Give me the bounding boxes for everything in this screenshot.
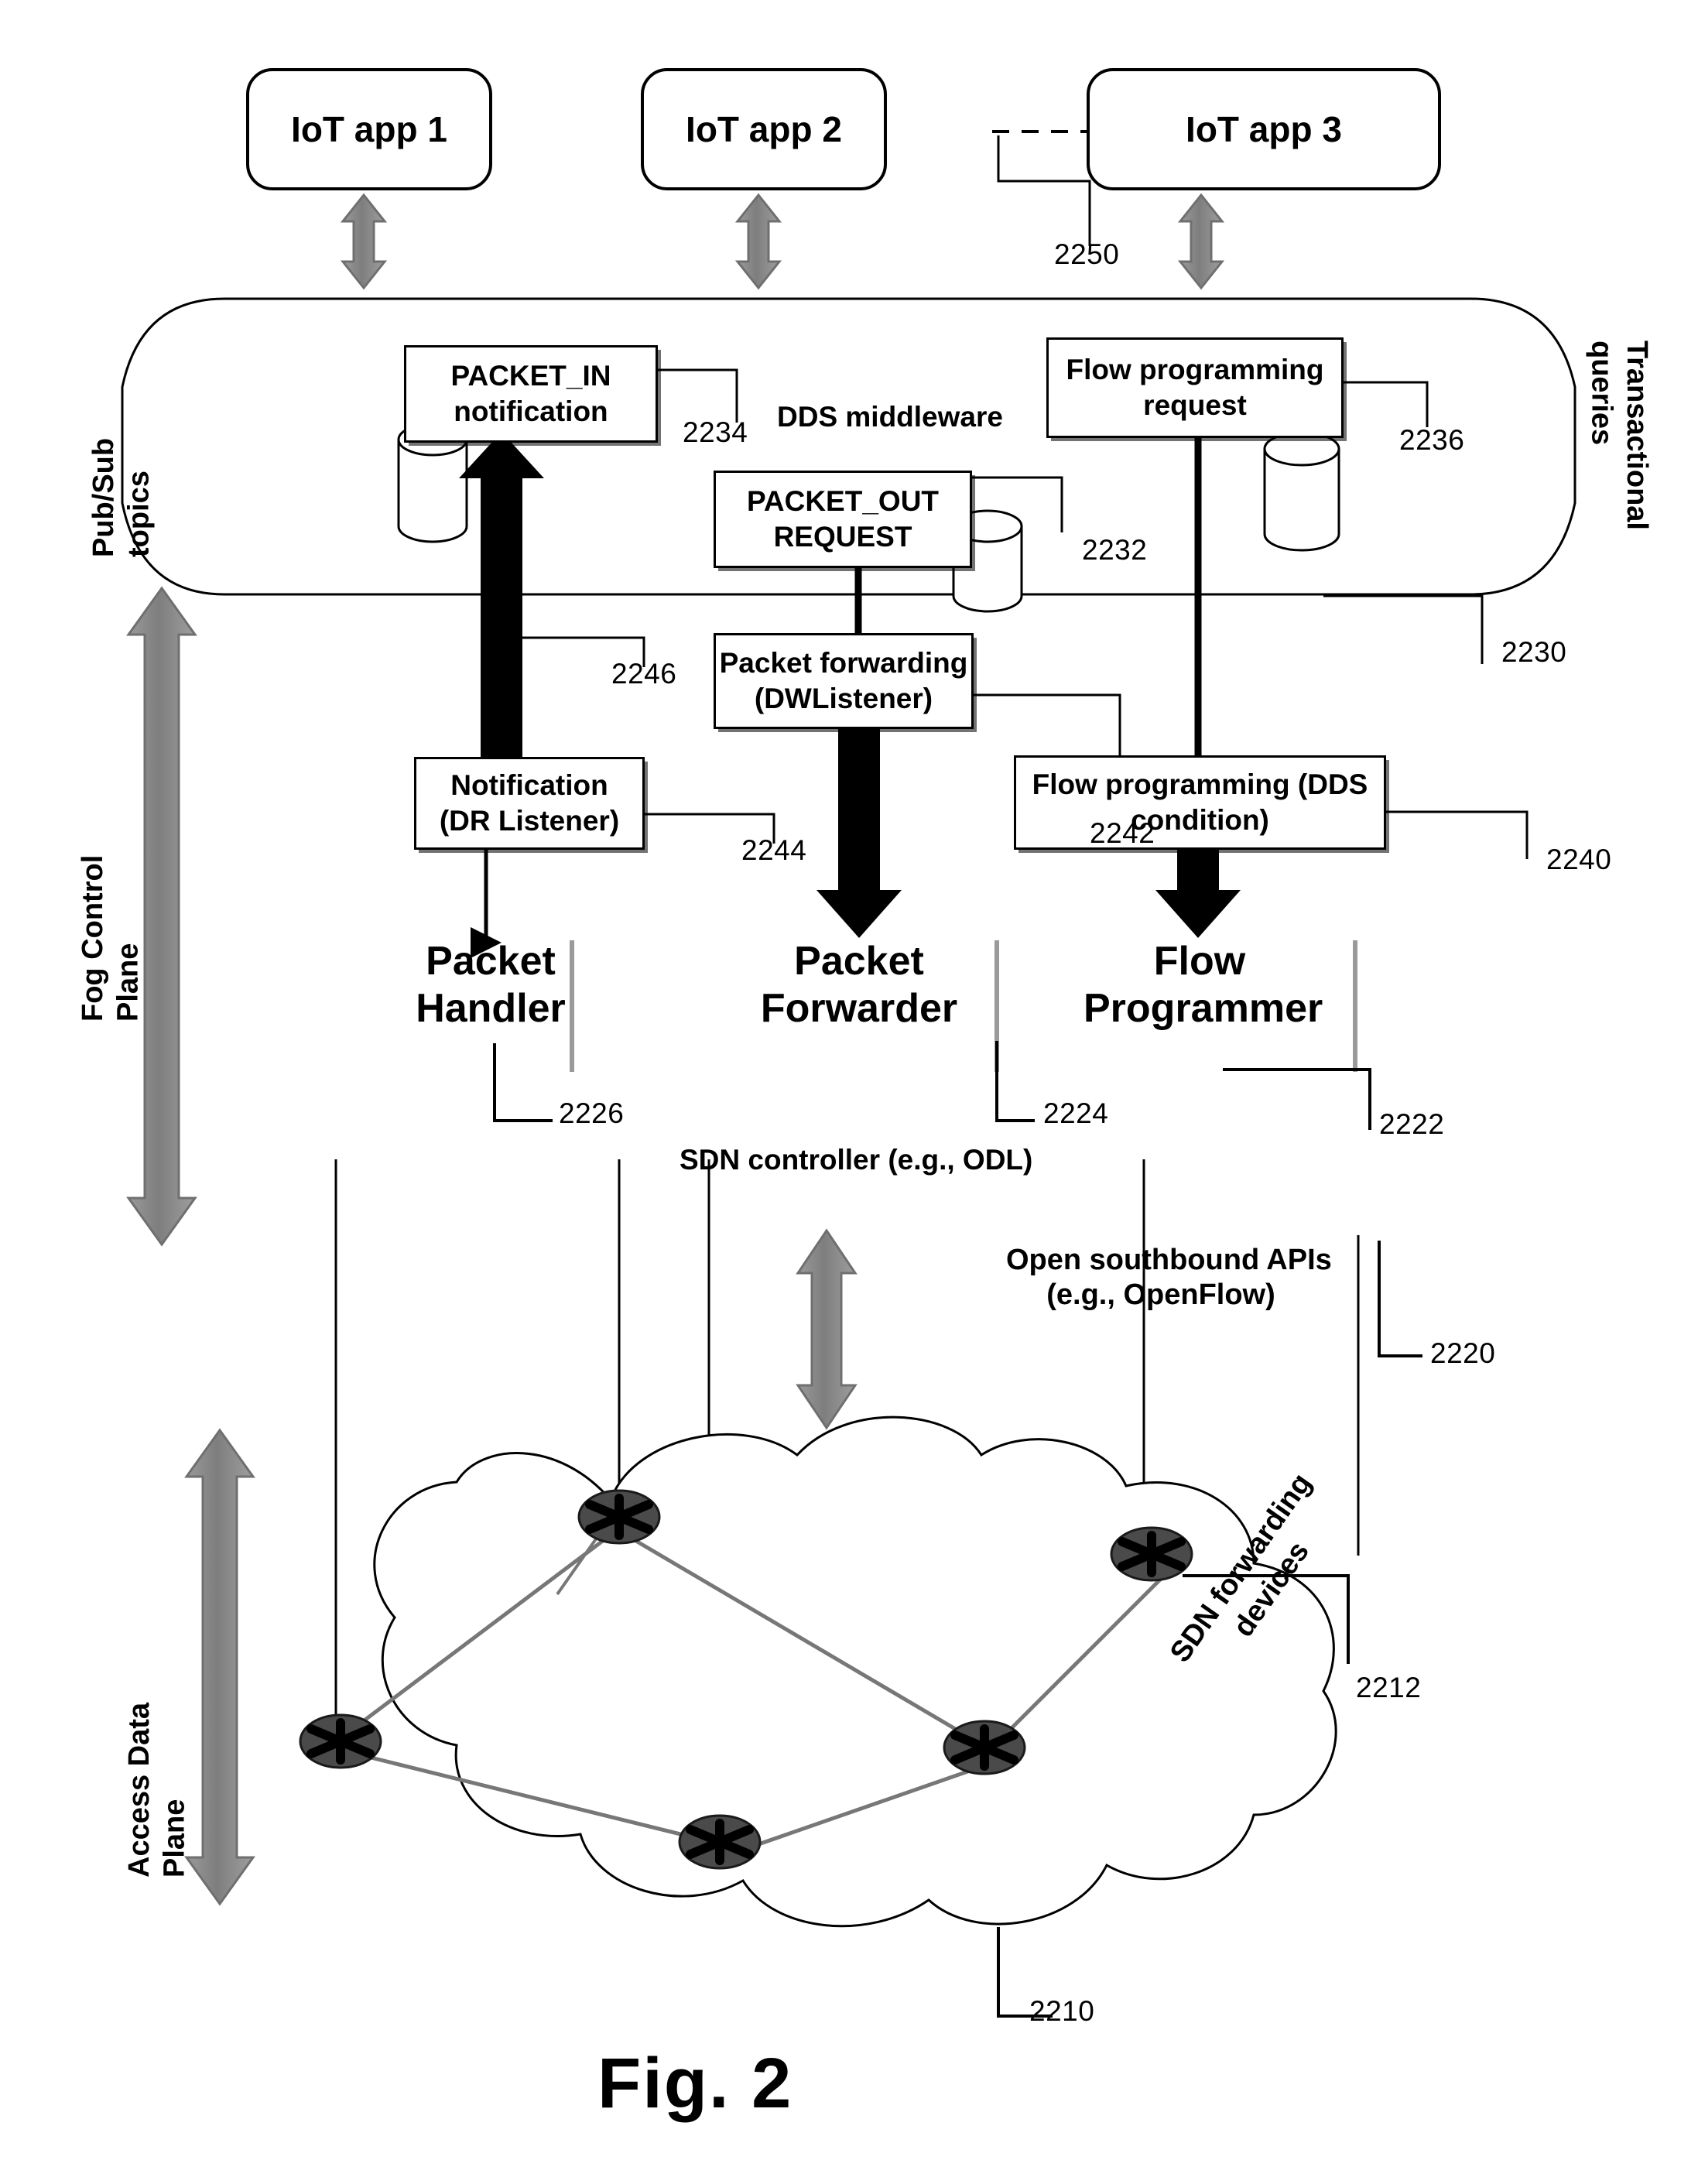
access-data-plane-label: Access Data Plane [123, 1702, 191, 1878]
leader-2224 [995, 1041, 1035, 1122]
gray-arrow-app1 [340, 193, 388, 290]
ref-2234: 2234 [683, 416, 748, 448]
ref-2250: 2250 [1054, 238, 1120, 270]
gray-arrow-app3 [1177, 193, 1225, 290]
transactional-queries-label: Transactional queries [1585, 341, 1654, 530]
sdn-forwarding-device-node-5 [678, 1814, 762, 1870]
sdn-forwarding-device-node-2 [1110, 1526, 1193, 1582]
adapter-notification-box[interactable]: Notification (DR Listener) [414, 757, 645, 850]
ref-2226: 2226 [559, 1097, 625, 1129]
southbound-api-arrow [796, 1228, 858, 1430]
iot-app-1-box[interactable]: IoT app 1 [246, 68, 492, 190]
leader-2226 [493, 1043, 553, 1122]
sdn-forwarding-device-node-4 [943, 1720, 1026, 1775]
iot-app-3-label: IoT app 3 [1186, 109, 1342, 149]
module-packet-forwarder-label: Packet Forwarder [760, 939, 958, 1032]
topic-packet-in-label: PACKET_IN notification [450, 360, 611, 427]
sdn-forwarding-device-node-1 [577, 1489, 661, 1545]
topic-packet-in-box[interactable]: PACKET_IN notification [404, 345, 658, 443]
ref-2220: 2220 [1430, 1337, 1496, 1369]
leader-2230 [1323, 594, 1484, 664]
topic-packet-out-label: PACKET_OUT REQUEST [746, 485, 940, 553]
topic-flow-programming-box[interactable]: Flow programming request [1046, 337, 1344, 438]
diagram-vector-layer [121, 130, 1576, 2018]
thick-arrow-flow-program-down [1155, 844, 1241, 938]
patent-figure-2: IoT app 1 IoT app 2 IoT app 3 2250 Pub/S… [0, 0, 1698, 2184]
leader-2236 [1339, 381, 1429, 427]
leader-2220 [1378, 1241, 1422, 1357]
access-data-plane-arrow [184, 1428, 255, 1906]
ref-2236: 2236 [1399, 424, 1465, 456]
leader-2250 [997, 135, 1091, 246]
thick-arrow-packet-in-up [459, 432, 544, 766]
datastore-cylinder-flow-programming [1263, 431, 1340, 552]
adapter-notification-label: Notification (DR Listener) [439, 769, 620, 837]
adapter-packet-forwarding-box[interactable]: Packet forwarding (DWListener) [714, 633, 974, 729]
ref-2224: 2224 [1043, 1097, 1109, 1129]
pub-sub-topics-label: Pub/Sub topics [87, 437, 156, 557]
sdn-forwarding-device-node-3 [299, 1713, 382, 1769]
adapter-packet-forwarding-label: Packet forwarding (DWListener) [719, 647, 968, 714]
iot-app-2-label: IoT app 2 [686, 109, 842, 149]
sdn-controller-label: SDN controller (e.g., ODL) [680, 1144, 1033, 1176]
module-flow-programmer-label: Flow Programmer [1084, 939, 1323, 1032]
ref-2222: 2222 [1379, 1108, 1445, 1140]
gray-arrow-app2 [734, 193, 782, 290]
ref-2230: 2230 [1501, 636, 1567, 668]
ref-2244: 2244 [741, 834, 807, 866]
leader-2234 [653, 368, 738, 423]
ref-2212: 2212 [1356, 1672, 1422, 1703]
adapter-flow-programming-box[interactable]: Flow programming (DDS condition) [1014, 755, 1386, 850]
ref-2210: 2210 [1029, 1995, 1095, 2027]
iot-app-1-label: IoT app 1 [291, 109, 447, 149]
southbound-api-label: Open southbound APIs (e.g., OpenFlow) [1006, 1244, 1332, 1311]
dds-middleware-label: DDS middleware [777, 401, 1003, 433]
ref-2246: 2246 [611, 658, 677, 690]
ref-2232: 2232 [1082, 534, 1148, 566]
topic-packet-out-box[interactable]: PACKET_OUT REQUEST [714, 471, 972, 568]
leader-2222 [1223, 1068, 1371, 1130]
ref-2240: 2240 [1546, 844, 1612, 875]
iot-app-2-box[interactable]: IoT app 2 [641, 68, 887, 190]
ref-2242: 2242 [1090, 817, 1155, 849]
module-packet-handler-label: Packet Handler [416, 939, 566, 1032]
iot-app-3-box[interactable]: IoT app 3 [1087, 68, 1441, 190]
fog-control-plane-label: Fog Control Plane [77, 854, 145, 1022]
figure-caption: Fig. 2 [597, 2044, 793, 2123]
adapter-flow-programming-label: Flow programming (DDS condition) [1032, 769, 1368, 836]
leader-2240 [1381, 810, 1529, 859]
topic-flow-programming-label: Flow programming request [1066, 354, 1324, 421]
